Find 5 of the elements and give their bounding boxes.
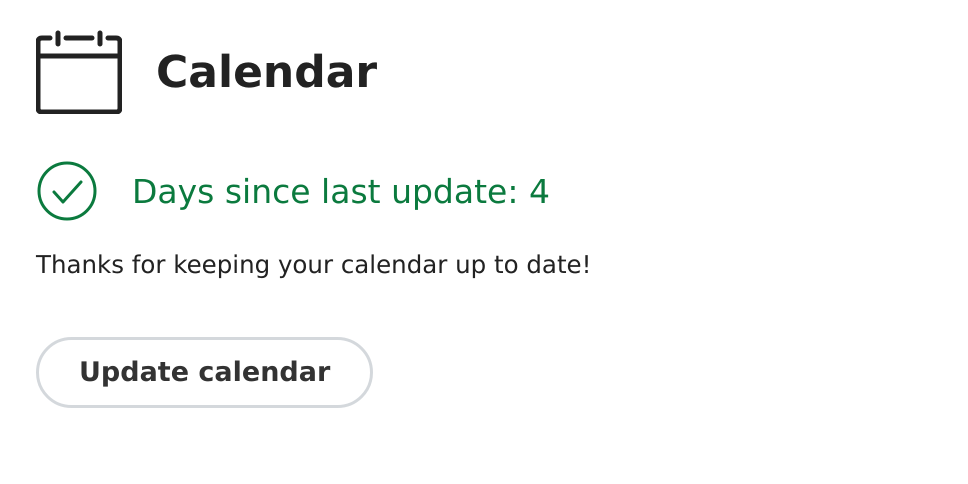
status-text: Days since last update: 4 (132, 172, 550, 210)
update-button[interactable]: Update calendar (36, 337, 374, 408)
status-message: Thanks for keeping your calendar up to date! (36, 250, 592, 279)
calendar-icon (36, 30, 122, 114)
card-title: Calendar (156, 46, 378, 98)
